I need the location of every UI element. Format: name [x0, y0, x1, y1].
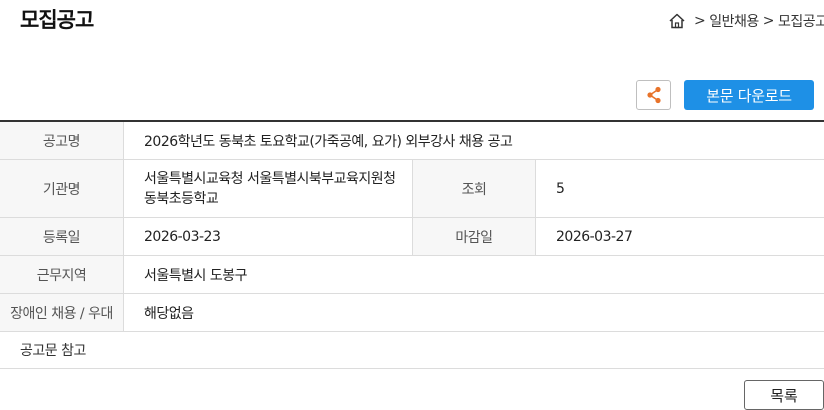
deadline-label: 마감일: [412, 218, 536, 255]
views-label: 조회: [412, 160, 536, 217]
disability-hiring-value: 해당없음: [144, 305, 194, 322]
share-button[interactable]: [636, 80, 671, 110]
title-value: 2026학년도 동북초 토요학교(가죽공예, 요가) 외부강사 채용 공고: [144, 133, 513, 150]
home-icon[interactable]: [668, 12, 686, 30]
table-row: 기관명 서울특별시교육청 서울특별시북부교육지원청 동북초등학교 조회 5: [0, 160, 824, 218]
views-value: 5: [556, 180, 565, 197]
breadcrumb-item-recruitment[interactable]: 모집공고: [778, 11, 824, 31]
list-button[interactable]: 목록: [744, 380, 824, 410]
breadcrumb-separator: >: [762, 13, 775, 29]
agency-value: 서울특별시교육청 서울특별시북부교육지원청 동북초등학교: [144, 170, 396, 207]
table-row: 공고명 2026학년도 동북초 토요학교(가죽공예, 요가) 외부강사 채용 공…: [0, 122, 824, 160]
download-body-button[interactable]: 본문 다운로드: [684, 80, 814, 110]
page-title: 모집공고: [20, 8, 94, 32]
breadcrumb: > 일반채용 > 모집공고: [668, 11, 824, 31]
table-row: 등록일 2026-03-23 마감일 2026-03-27: [0, 218, 824, 256]
table-row: 근무지역 서울특별시 도봉구: [0, 256, 824, 294]
breadcrumb-separator: >: [694, 13, 706, 29]
registered-date-label: 등록일: [0, 218, 124, 255]
notice-text: 공고문 참고: [0, 332, 824, 369]
title-label: 공고명: [0, 122, 124, 159]
agency-label: 기관명: [0, 160, 124, 217]
breadcrumb-item-general-hiring[interactable]: 일반채용: [709, 11, 759, 31]
registered-date-value: 2026-03-23: [144, 228, 221, 245]
share-icon: [644, 85, 664, 105]
work-location-value: 서울특별시 도봉구: [144, 267, 248, 284]
table-row: 장애인 채용 / 우대 해당없음: [0, 294, 824, 332]
recruitment-info-table: 공고명 2026학년도 동북초 토요학교(가죽공예, 요가) 외부강사 채용 공…: [0, 120, 824, 369]
disability-hiring-label: 장애인 채용 / 우대: [0, 294, 124, 331]
deadline-value: 2026-03-27: [556, 228, 633, 245]
work-location-label: 근무지역: [0, 256, 124, 293]
